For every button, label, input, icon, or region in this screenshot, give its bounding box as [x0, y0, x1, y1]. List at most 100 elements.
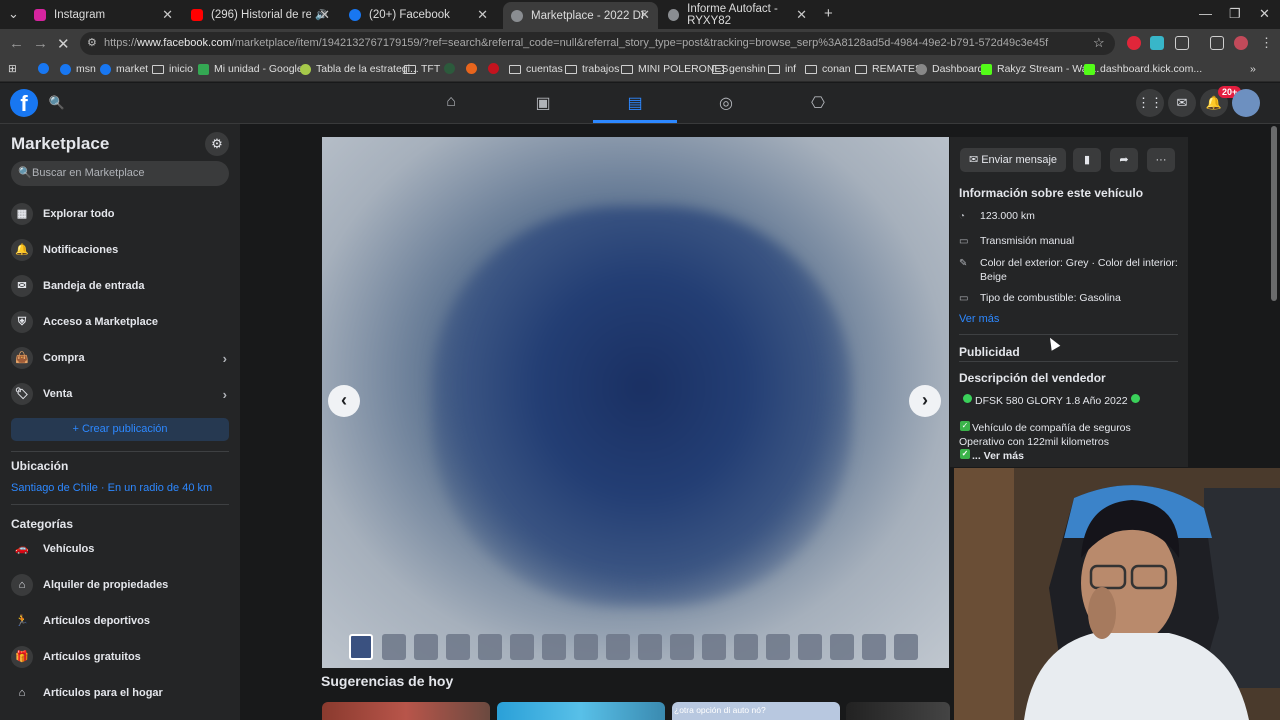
- bookmark-item[interactable]: msn: [60, 63, 96, 75]
- bookmark-folder[interactable]: trabajos: [565, 63, 619, 75]
- stop-icon[interactable]: ✕: [57, 35, 70, 53]
- thumbnail[interactable]: [414, 634, 438, 660]
- sidebar-item-sell[interactable]: 🏷 Venta ›: [11, 380, 229, 408]
- thumbnail[interactable]: [542, 634, 566, 660]
- thumbnail[interactable]: [638, 634, 662, 660]
- close-icon[interactable]: ✕: [639, 7, 650, 23]
- site-info-icon[interactable]: ⚙: [87, 32, 97, 55]
- close-icon[interactable]: ✕: [796, 7, 807, 23]
- thumbnail[interactable]: [478, 634, 502, 660]
- tab-marketplace[interactable]: Marketplace - 2022 DFSK 580 g ✕: [503, 2, 658, 29]
- previous-photo-button[interactable]: ‹: [328, 385, 360, 417]
- new-tab-icon[interactable]: +: [824, 5, 833, 22]
- more-bookmarks-icon[interactable]: »: [1250, 63, 1256, 75]
- page-scrollbar[interactable]: [1271, 126, 1277, 301]
- thumbnail[interactable]: [894, 634, 918, 660]
- thumbnail[interactable]: [766, 634, 790, 660]
- marketplace-search-input[interactable]: 🔍 Buscar en Marketplace: [11, 161, 229, 186]
- bookmark-facebook[interactable]: [38, 63, 54, 74]
- bookmark-item[interactable]: Tabla de la estrategi...: [300, 63, 419, 75]
- category-free[interactable]: 🎁 Artículos gratuitos: [11, 643, 229, 671]
- close-icon[interactable]: ✕: [162, 7, 173, 23]
- bookmark-item[interactable]: Dashboard: [916, 63, 983, 75]
- tab-autofact[interactable]: Informe Autofact - RYXY82 ✕: [660, 3, 815, 27]
- category-sports[interactable]: 🏃 Artículos deportivos: [11, 607, 229, 635]
- groups-icon[interactable]: ◎: [716, 93, 736, 113]
- messenger-icon[interactable]: ✉: [1168, 89, 1196, 117]
- thumbnail[interactable]: [382, 634, 406, 660]
- tab-youtube[interactable]: (296) Historial de reproducc 🔊 ✕: [183, 4, 338, 26]
- browser-menu-icon[interactable]: ⋮: [1260, 35, 1273, 51]
- video-icon[interactable]: ▣: [533, 93, 553, 113]
- bookmark-item[interactable]: Mi unidad - Google...: [198, 63, 311, 75]
- restore-icon[interactable]: ❐: [1229, 6, 1241, 22]
- thumbnail[interactable]: [574, 634, 598, 660]
- menu-grid-icon[interactable]: ⋮⋮: [1136, 89, 1164, 117]
- bookmark-item[interactable]: Rakyz Stream - Wat...: [981, 63, 1099, 75]
- thumbnail[interactable]: [670, 634, 694, 660]
- profile-avatar[interactable]: [1232, 89, 1260, 117]
- thumbnail[interactable]: [830, 634, 854, 660]
- more-options-button[interactable]: ···: [1147, 148, 1175, 172]
- minimize-icon[interactable]: —: [1199, 6, 1212, 21]
- next-photo-button[interactable]: ›: [909, 385, 941, 417]
- thumbnail[interactable]: [798, 634, 822, 660]
- suggestion-card[interactable]: [846, 702, 950, 720]
- share-button[interactable]: ➦: [1110, 148, 1138, 172]
- bookmark-folder[interactable]: inf: [768, 63, 796, 75]
- close-icon[interactable]: ✕: [477, 7, 488, 23]
- bookmark-item[interactable]: dashboard.kick.com...: [1084, 63, 1202, 75]
- thumbnail[interactable]: [606, 634, 630, 660]
- bookmark-item[interactable]: [444, 63, 460, 74]
- marketplace-icon[interactable]: ▤: [625, 93, 645, 113]
- thumbnail[interactable]: [734, 634, 758, 660]
- gaming-icon[interactable]: ⎔: [808, 93, 828, 113]
- thumbnail[interactable]: [510, 634, 534, 660]
- category-rentals[interactable]: ⌂ Alquiler de propiedades: [11, 571, 229, 599]
- bookmark-folder[interactable]: conan: [805, 63, 851, 75]
- sidebar-item-access[interactable]: ⛨ Acceso a Marketplace: [11, 308, 229, 336]
- tab-search-icon[interactable]: ⌄: [8, 6, 19, 22]
- send-message-button[interactable]: ✉ Enviar mensaje: [960, 148, 1066, 172]
- forward-icon[interactable]: →: [33, 35, 48, 52]
- bookmark-item[interactable]: [488, 63, 504, 74]
- category-vehicles[interactable]: 🚗 Vehículos: [11, 535, 229, 563]
- tab-instagram[interactable]: Instagram ✕: [26, 4, 181, 26]
- bookmark-item[interactable]: market: [100, 63, 148, 75]
- suggestion-card[interactable]: [322, 702, 490, 720]
- apps-icon[interactable]: ⊞: [8, 63, 17, 75]
- bookmark-item[interactable]: [466, 63, 482, 74]
- media-icon[interactable]: [1210, 36, 1224, 50]
- profile-avatar-icon[interactable]: [1234, 36, 1248, 50]
- sidebar-item-buy[interactable]: 👜 Compra ›: [11, 344, 229, 372]
- suggestion-card[interactable]: [497, 702, 665, 720]
- save-bookmark-button[interactable]: ▮: [1073, 148, 1101, 172]
- extension-icon[interactable]: [1127, 36, 1141, 50]
- sidebar-item-explore[interactable]: ▦ Explorar todo: [11, 200, 229, 228]
- url-input[interactable]: ⚙ https://www.facebook.com/marketplace/i…: [80, 32, 1115, 55]
- suggestion-card[interactable]: ¿otra opción di auto nó?: [672, 702, 840, 720]
- bookmark-folder[interactable]: genshin: [712, 63, 766, 75]
- location-link[interactable]: Santiago de Chile · En un radio de 40 km: [11, 482, 212, 494]
- bookmark-folder[interactable]: TFT: [404, 63, 440, 75]
- thumbnail[interactable]: [702, 634, 726, 660]
- thumbnail[interactable]: [862, 634, 886, 660]
- sidebar-item-notifications[interactable]: 🔔 Notificaciones: [11, 236, 229, 264]
- thumbnail[interactable]: [446, 634, 470, 660]
- bookmark-folder[interactable]: REMATES: [855, 63, 922, 75]
- thumbnail[interactable]: [349, 634, 373, 660]
- close-icon[interactable]: ✕: [319, 7, 330, 23]
- bookmark-star-icon[interactable]: ☆: [1093, 35, 1105, 51]
- extensions-puzzle-icon[interactable]: [1175, 36, 1189, 50]
- facebook-logo-icon[interactable]: f: [10, 89, 38, 117]
- settings-gear-icon[interactable]: ⚙: [205, 132, 229, 156]
- create-listing-button[interactable]: + Crear publicación: [11, 418, 229, 441]
- see-more-link[interactable]: Ver más: [959, 313, 999, 325]
- back-icon[interactable]: ←: [9, 35, 24, 52]
- tab-facebook[interactable]: (20+) Facebook ✕: [341, 4, 496, 26]
- bookmark-folder[interactable]: cuentas: [509, 63, 563, 75]
- extension-icon[interactable]: [1150, 36, 1164, 50]
- home-icon[interactable]: ⌂: [441, 93, 461, 113]
- close-window-icon[interactable]: ✕: [1259, 6, 1270, 22]
- search-icon[interactable]: 🔍: [44, 90, 70, 116]
